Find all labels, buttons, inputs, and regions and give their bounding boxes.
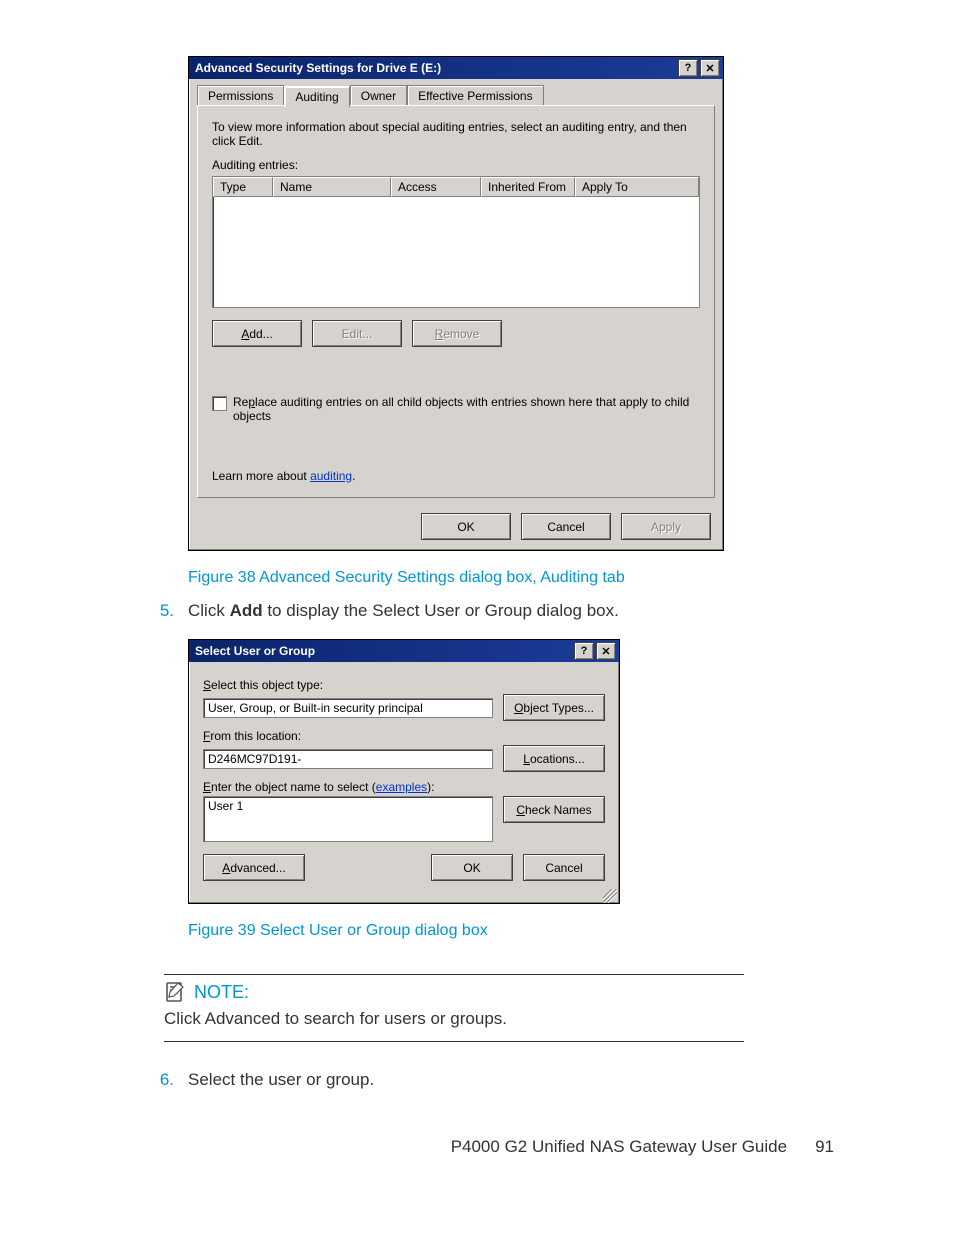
- object-type-field[interactable]: User, Group, or Built-in security princi…: [203, 698, 493, 718]
- tab-effective-permissions[interactable]: Effective Permissions: [407, 85, 544, 106]
- ok-button[interactable]: OK: [421, 513, 511, 540]
- note-block: NOTE: Click Advanced to search for users…: [164, 974, 744, 1042]
- apply-button: Apply: [621, 513, 711, 540]
- advanced-security-dialog: Advanced Security Settings for Drive E (…: [188, 56, 724, 551]
- page-footer: P4000 G2 Unified NAS Gateway User Guide …: [0, 1137, 954, 1157]
- close-icon[interactable]: ✕: [596, 642, 616, 660]
- ok-button-2[interactable]: OK: [431, 854, 513, 881]
- tab-owner[interactable]: Owner: [350, 85, 407, 106]
- location-field[interactable]: D246MC97D191-: [203, 749, 493, 769]
- help-icon[interactable]: ?: [574, 642, 594, 660]
- col-access[interactable]: Access: [391, 177, 481, 197]
- close-icon[interactable]: ✕: [700, 59, 720, 77]
- col-apply[interactable]: Apply To: [575, 177, 699, 197]
- step-5-number: 5.: [150, 601, 174, 621]
- tab-permissions[interactable]: Permissions: [197, 85, 284, 106]
- resize-grip-icon[interactable]: [189, 889, 619, 903]
- select-user-group-dialog: Select User or Group ? ✕ Select this obj…: [188, 639, 620, 904]
- tab-auditing[interactable]: Auditing: [284, 86, 349, 107]
- edit-button: Edit...: [312, 320, 402, 347]
- titlebar[interactable]: Advanced Security Settings for Drive E (…: [189, 57, 723, 79]
- help-icon[interactable]: ?: [678, 59, 698, 77]
- figure-38-caption: Figure 38 Advanced Security Settings dia…: [188, 569, 724, 587]
- remove-button: Remove: [412, 320, 502, 347]
- dialog2-title: Select User or Group: [195, 644, 315, 658]
- col-type[interactable]: Type: [213, 177, 273, 197]
- check-names-button[interactable]: Check Names: [503, 796, 605, 823]
- footer-page-number: 91: [815, 1137, 834, 1157]
- titlebar-2[interactable]: Select User or Group ? ✕: [189, 640, 619, 662]
- step-6-text: Select the user or group.: [188, 1070, 374, 1090]
- list-label: Auditing entries:: [212, 158, 700, 172]
- object-type-label: Select this object type:: [203, 678, 605, 692]
- locations-button[interactable]: Locations...: [503, 745, 605, 772]
- cancel-button[interactable]: Cancel: [521, 513, 611, 540]
- figure-39-caption: Figure 39 Select User or Group dialog bo…: [188, 922, 724, 940]
- object-types-button[interactable]: Object Types...: [503, 694, 605, 721]
- object-name-input[interactable]: User 1: [203, 796, 493, 842]
- add-button[interactable]: Add...: [212, 320, 302, 347]
- object-name-label: Enter the object name to select (example…: [203, 780, 605, 794]
- replace-entries-label: Replace auditing entries on all child ob…: [233, 395, 700, 423]
- note-label: NOTE:: [194, 982, 249, 1003]
- note-body: Click Advanced to search for users or gr…: [164, 1009, 744, 1029]
- instruction-text: To view more information about special a…: [212, 120, 700, 148]
- footer-title: P4000 G2 Unified NAS Gateway User Guide: [451, 1137, 787, 1157]
- replace-entries-checkbox[interactable]: [212, 396, 227, 411]
- col-inherited[interactable]: Inherited From: [481, 177, 575, 197]
- list-header: Type Name Access Inherited From Apply To: [213, 177, 699, 197]
- location-label: From this location:: [203, 729, 605, 743]
- col-name[interactable]: Name: [273, 177, 391, 197]
- tab-strip: Permissions Auditing Owner Effective Per…: [197, 85, 723, 106]
- auditing-link[interactable]: auditing: [310, 469, 352, 483]
- tab-body: To view more information about special a…: [197, 105, 715, 498]
- advanced-button[interactable]: Advanced...: [203, 854, 305, 881]
- step-6-number: 6.: [150, 1070, 174, 1090]
- auditing-entries-list[interactable]: Type Name Access Inherited From Apply To: [212, 176, 700, 308]
- cancel-button-2[interactable]: Cancel: [523, 854, 605, 881]
- learn-more: Learn more about auditing.: [212, 469, 700, 483]
- step-5-text: Click Add to display the Select User or …: [188, 601, 619, 621]
- examples-link[interactable]: examples: [376, 780, 427, 794]
- dialog-title: Advanced Security Settings for Drive E (…: [195, 61, 441, 75]
- note-icon: [164, 981, 186, 1003]
